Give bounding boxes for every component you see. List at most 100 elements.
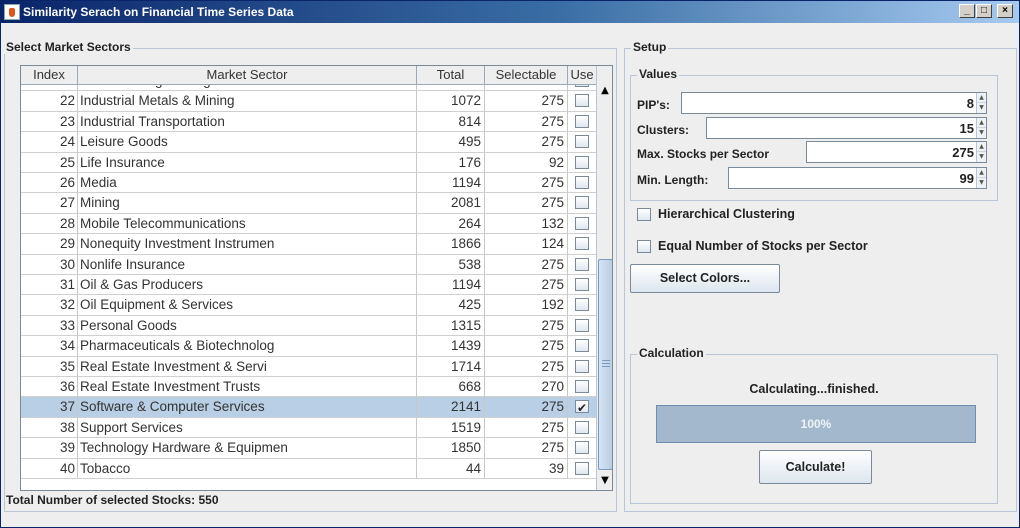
use-checkbox[interactable] xyxy=(575,380,589,393)
table-row[interactable]: 31 Oil & Gas Producers 1194 275 xyxy=(21,275,597,296)
cell-total: 1194 xyxy=(417,275,485,296)
use-checkbox[interactable] xyxy=(575,114,589,128)
cell-market-sector: Pharmaceuticals & Biotechnolog xyxy=(78,336,417,357)
table-row[interactable]: 27 Mining 2081 275 xyxy=(21,193,597,214)
cell-selectable: 275 xyxy=(485,132,568,153)
use-checkbox[interactable] xyxy=(575,196,589,210)
table-row[interactable]: 22 Industrial Metals & Mining 1072 275 xyxy=(21,91,597,112)
max-stocks-input[interactable] xyxy=(807,142,977,162)
table-row[interactable]: 40 Tobacco 44 39 xyxy=(21,458,597,479)
spin-up-arrow-icon[interactable]: ▲ xyxy=(977,118,986,128)
maximize-button[interactable]: □ xyxy=(976,4,992,18)
table-row[interactable]: 24 Leisure Goods 495 275 xyxy=(21,132,597,153)
column-header-use[interactable]: Use xyxy=(568,66,597,85)
calculate-button[interactable]: Calculate! xyxy=(759,450,872,484)
table-row[interactable]: 23 Industrial Transportation 814 275 xyxy=(21,111,597,133)
use-checkbox[interactable] xyxy=(575,257,589,271)
table-row[interactable]: 34 Pharmaceuticals & Biotechnolog 1439 275 xyxy=(21,336,597,357)
minimize-button[interactable]: _ xyxy=(959,4,975,18)
table-row[interactable]: 39 Technology Hardware & Equipmen 1850 275 xyxy=(21,438,597,459)
column-header-selectable[interactable]: Selectable xyxy=(485,66,568,85)
cell-market-sector: Oil & Gas Producers xyxy=(78,275,417,296)
spin-down-arrow-icon[interactable]: ▼ xyxy=(977,178,986,188)
column-header-index[interactable]: Index xyxy=(21,66,78,85)
cell-use xyxy=(568,254,597,275)
use-checkbox[interactable] xyxy=(575,461,589,475)
cell-index: 26 xyxy=(21,173,78,194)
table-row[interactable]: 25 Life Insurance 176 92 xyxy=(21,152,597,173)
pips-input[interactable] xyxy=(682,93,977,113)
checkbox-box[interactable] xyxy=(637,240,651,253)
use-checkbox[interactable] xyxy=(575,420,589,434)
scrollbar-thumb[interactable] xyxy=(598,259,612,470)
clusters-spin-arrows[interactable]: ▲ ▼ xyxy=(976,118,986,138)
clusters-input[interactable] xyxy=(707,118,977,138)
use-checkbox[interactable] xyxy=(575,155,589,169)
use-checkbox[interactable] xyxy=(575,216,589,230)
table-row[interactable]: 30 Nonlife Insurance 538 275 xyxy=(21,254,597,275)
column-header-market-sector[interactable]: Market Sector xyxy=(78,66,417,85)
use-checkbox[interactable] xyxy=(575,318,589,332)
table-row[interactable]: 26 Media 1194 275 xyxy=(21,173,597,194)
cell-use xyxy=(568,91,597,112)
use-checkbox[interactable] xyxy=(575,135,589,149)
table-row[interactable]: 37 Software & Computer Services 2141 275 xyxy=(21,397,597,418)
clusters-spinner[interactable]: ▲ ▼ xyxy=(706,117,987,139)
use-checkbox[interactable] xyxy=(575,441,589,455)
cell-use xyxy=(568,397,597,418)
pips-spin-arrows[interactable]: ▲ ▼ xyxy=(976,93,986,113)
use-checkbox[interactable] xyxy=(575,278,589,291)
cell-selectable: 275 xyxy=(485,397,568,418)
cell-market-sector: Media xyxy=(78,173,417,194)
table-row[interactable]: 36 Real Estate Investment Trusts 668 270 xyxy=(21,377,597,398)
spin-down-arrow-icon[interactable]: ▼ xyxy=(977,128,986,138)
spin-up-arrow-icon[interactable]: ▲ xyxy=(977,142,986,152)
table-scrollbar[interactable]: ▲ ▼ xyxy=(596,66,612,490)
clusters-label: Clusters: xyxy=(637,123,690,137)
select-colors-button[interactable]: Select Colors... xyxy=(630,264,780,293)
pips-spinner[interactable]: ▲ ▼ xyxy=(681,92,987,114)
spin-down-arrow-icon[interactable]: ▼ xyxy=(977,103,986,113)
total-selected-stocks-label: Total Number of selected Stocks: 550 xyxy=(6,493,219,507)
column-header-total[interactable]: Total xyxy=(417,66,485,85)
use-checkbox[interactable] xyxy=(575,298,589,312)
window-title: Similarity Serach on Financial Time Seri… xyxy=(23,5,294,19)
title-bar[interactable]: Similarity Serach on Financial Time Seri… xyxy=(1,1,1019,23)
use-checkbox[interactable] xyxy=(575,94,589,108)
scroll-down-arrow-icon[interactable]: ▼ xyxy=(597,472,612,490)
max-stocks-spinner[interactable]: ▲ ▼ xyxy=(806,141,987,163)
max-stocks-spin-arrows[interactable]: ▲ ▼ xyxy=(976,142,986,162)
use-checkbox[interactable] xyxy=(575,359,589,373)
spin-up-arrow-icon[interactable]: ▲ xyxy=(977,168,986,178)
spin-up-arrow-icon[interactable]: ▲ xyxy=(977,93,986,103)
cell-index: 30 xyxy=(21,254,78,275)
setup-title: Setup xyxy=(631,40,669,54)
min-length-spin-arrows[interactable]: ▲ ▼ xyxy=(976,168,986,188)
table-row[interactable]: 28 Mobile Telecommunications 264 132 xyxy=(21,213,597,235)
cell-selectable: 275 xyxy=(485,91,568,112)
table-row[interactable]: 32 Oil Equipment & Services 425 192 xyxy=(21,295,597,316)
scroll-up-arrow-icon[interactable]: ▲ xyxy=(597,82,612,100)
cell-total: 425 xyxy=(417,295,485,316)
cell-use xyxy=(568,213,597,235)
spin-down-arrow-icon[interactable]: ▼ xyxy=(977,152,986,162)
close-button[interactable]: × xyxy=(997,4,1013,18)
checkbox-box[interactable] xyxy=(637,208,651,221)
hierarchical-clustering-label: Hierarchical Clustering xyxy=(658,207,795,221)
cell-use xyxy=(568,458,597,479)
market-sectors-table[interactable]: 21Industrial Engineering167527522Industr… xyxy=(20,65,613,491)
table-row[interactable]: 33 Personal Goods 1315 275 xyxy=(21,315,597,337)
use-checkbox[interactable] xyxy=(575,398,589,417)
use-checkbox[interactable] xyxy=(575,237,589,251)
table-row[interactable]: 38 Support Services 1519 275 xyxy=(21,417,597,439)
table-row[interactable]: 35 Real Estate Investment & Servi 1714 275 xyxy=(21,356,597,377)
min-length-input[interactable] xyxy=(729,168,977,188)
min-length-spinner[interactable]: ▲ ▼ xyxy=(728,167,987,189)
values-title: Values xyxy=(637,67,680,81)
cell-market-sector: Nonlife Insurance xyxy=(78,254,417,275)
cell-index: 24 xyxy=(21,132,78,153)
table-row[interactable]: 29 Nonequity Investment Instrumen 1866 124 xyxy=(21,234,597,255)
use-checkbox[interactable] xyxy=(575,339,589,353)
use-checkbox[interactable] xyxy=(575,176,589,189)
cell-market-sector: Nonequity Investment Instrumen xyxy=(78,234,417,255)
